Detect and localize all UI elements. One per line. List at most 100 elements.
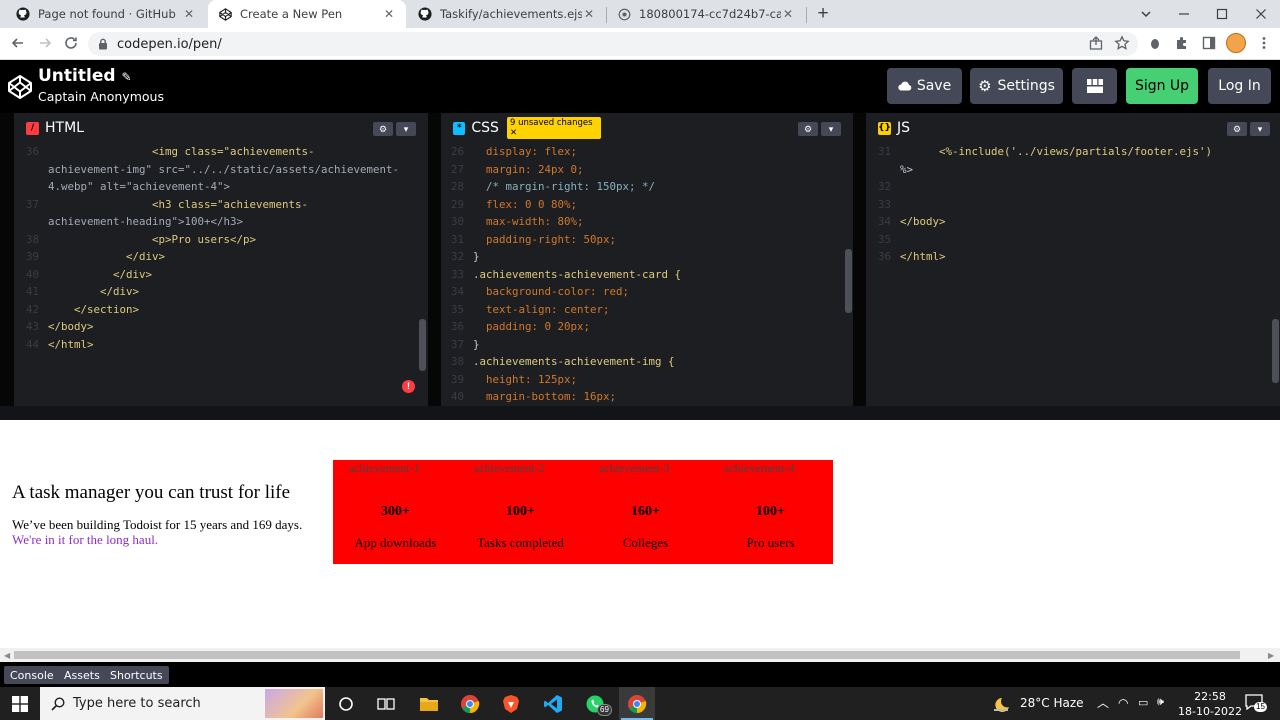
code-line[interactable]: 31 <%-include('../views/partials/footer.… <box>878 143 1273 161</box>
code-line[interactable]: 28 /* margin-right: 150px; */ <box>451 178 846 196</box>
close-window-icon[interactable] <box>1253 6 1269 22</box>
preview-resizer-handle[interactable] <box>0 406 1280 420</box>
code-line[interactable]: 39 </div> <box>26 248 421 266</box>
html-editor-scrollbar[interactable] <box>419 319 426 371</box>
network-wifi-icon[interactable]: ◠ <box>1118 696 1128 710</box>
settings-gear-icon[interactable]: ⚙ <box>373 122 393 136</box>
brave-browser-icon[interactable] <box>500 693 522 715</box>
scroll-right-arrow-icon[interactable]: ▶ <box>1268 651 1274 660</box>
js-panel-tab[interactable]: {} JS <box>866 113 926 143</box>
cortana-circle-icon[interactable] <box>335 693 357 715</box>
code-line[interactable]: 32} <box>451 248 846 266</box>
taskbar-search-box[interactable]: Type here to search <box>40 687 325 720</box>
chrome-icon[interactable] <box>459 693 481 715</box>
close-tab-icon[interactable]: ✕ <box>182 7 196 21</box>
chevron-down-icon[interactable]: ▾ <box>1250 122 1270 136</box>
code-line[interactable]: 37} <box>451 336 846 354</box>
volume-speaker-icon[interactable]: 🕪 <box>1157 696 1164 709</box>
bookmark-star-icon[interactable] <box>1113 35 1131 53</box>
profile-avatar[interactable] <box>1226 33 1246 53</box>
code-line[interactable]: 37 <h3 class="achievements- <box>26 196 421 214</box>
whatsapp-icon[interactable]: 69 <box>584 693 612 716</box>
code-line[interactable]: 36 padding: 0 20px; <box>451 318 846 336</box>
share-icon[interactable] <box>1087 35 1105 53</box>
console-button[interactable]: Console <box>4 666 60 684</box>
file-explorer-icon[interactable] <box>418 693 440 715</box>
side-panel-icon[interactable] <box>1200 35 1218 53</box>
settings-gear-icon[interactable]: ⚙ <box>798 122 818 136</box>
html-panel-tab[interactable]: / HTML <box>14 113 94 143</box>
code-line[interactable]: 43 </body> <box>26 318 421 336</box>
browser-tab-taskify[interactable]: Taskify/achievements.ejs at main ✕ <box>408 0 606 28</box>
log-in-button[interactable]: Log In <box>1208 68 1271 104</box>
maximize-window-icon[interactable] <box>1214 6 1230 22</box>
code-line[interactable]: 34 background-color: red; <box>451 283 846 301</box>
chevron-down-icon[interactable]: ▾ <box>396 122 416 136</box>
code-line[interactable]: 27 margin: 24px 0; <box>451 161 846 179</box>
code-line[interactable]: achievement-img" src="../../static/asset… <box>26 161 421 179</box>
task-view-icon[interactable] <box>375 693 397 715</box>
settings-button[interactable]: ⚙ Settings <box>970 68 1063 104</box>
assets-button[interactable]: Assets <box>58 666 106 684</box>
preview-intro-link[interactable]: We're in it for the long haul. <box>12 532 158 548</box>
code-line[interactable]: 42 </section> <box>26 301 421 319</box>
browser-tab-image[interactable]: 180800174-cc7d24b7-ca10-4248 ✕ <box>607 0 805 28</box>
new-tab-button[interactable]: + <box>813 3 833 25</box>
windows-start-icon[interactable] <box>9 693 31 715</box>
address-bar[interactable]: codepen.io/pen/ <box>88 32 1138 56</box>
close-tab-icon[interactable]: ✕ <box>781 7 795 21</box>
code-line[interactable]: 35 text-align: center; <box>451 301 846 319</box>
reload-icon[interactable] <box>62 35 80 53</box>
code-line[interactable]: 29 flex: 0 0 80%; <box>451 196 846 214</box>
code-line[interactable]: 39 height: 125px; <box>451 371 846 389</box>
code-line[interactable]: 33 .achievements-achievement-card { <box>451 266 846 284</box>
scrollbar-thumb[interactable] <box>14 651 1240 659</box>
code-line[interactable]: 30 max-width: 80%; <box>451 213 846 231</box>
minimize-window-icon[interactable] <box>1176 6 1192 22</box>
code-line[interactable]: 38 .achievements-achievement-img { <box>451 353 846 371</box>
notification-center-icon[interactable]: 15 <box>1245 694 1267 712</box>
weather-moon-icon[interactable] <box>991 693 1013 715</box>
edit-pencil-icon[interactable]: ✎ <box>122 70 132 84</box>
code-line[interactable]: achievement-heading">100+</h3> <box>26 213 421 231</box>
forward-arrow-icon[interactable] <box>36 35 54 53</box>
browser-tab-codepen[interactable]: Create a New Pen ✕ <box>208 0 406 28</box>
pen-title[interactable]: Untitled ✎ <box>38 66 132 86</box>
code-line[interactable]: 44 </html> <box>26 336 421 354</box>
chrome-active-icon[interactable] <box>626 693 648 715</box>
code-line[interactable]: 32 <box>878 178 1273 196</box>
save-button[interactable]: Save <box>887 68 962 104</box>
more-menu-icon[interactable] <box>1255 35 1273 53</box>
code-line[interactable]: %> <box>878 161 1273 179</box>
show-hidden-icons-chevron-icon[interactable]: ︿ <box>1097 694 1109 711</box>
code-line[interactable]: 35 <box>878 231 1273 249</box>
js-code-editor[interactable]: 31 <%-include('../views/partials/footer.… <box>878 143 1273 406</box>
html-code-editor[interactable]: 36 <img class="achievements-achievement-… <box>26 143 421 406</box>
code-line[interactable]: 36 </html> <box>878 248 1273 266</box>
code-line[interactable]: 33 <box>878 196 1273 214</box>
weather-text[interactable]: 28°C Haze <box>1020 696 1084 710</box>
code-line[interactable]: 40 margin-bottom: 16px; <box>451 388 846 406</box>
settings-gear-icon[interactable]: ⚙ <box>1227 122 1247 136</box>
js-editor-scrollbar[interactable] <box>1272 319 1279 383</box>
change-view-button[interactable] <box>1072 68 1117 104</box>
browser-tab-github-404[interactable]: Page not found · GitHub ✕ <box>6 0 206 28</box>
code-line[interactable]: 36 <img class="achievements- <box>26 143 421 161</box>
code-line[interactable]: 38 <p>Pro users</p> <box>26 231 421 249</box>
code-line[interactable]: 26 display: flex; <box>451 143 846 161</box>
scroll-left-arrow-icon[interactable]: ◀ <box>4 651 10 660</box>
close-tab-icon[interactable]: ✕ <box>382 7 396 21</box>
css-editor-scrollbar[interactable] <box>845 249 852 313</box>
tab-search-chevron-icon[interactable] <box>1138 6 1154 22</box>
code-line[interactable]: 41 </div> <box>26 283 421 301</box>
clock-time[interactable]: 22:58 <box>1185 690 1235 703</box>
shortcuts-button[interactable]: Shortcuts <box>104 666 169 684</box>
chevron-down-icon[interactable]: ▾ <box>821 122 841 136</box>
css-panel-tab[interactable]: * CSS 9 unsaved changes ✕ <box>441 113 601 143</box>
codepen-logo-icon[interactable] <box>7 74 33 100</box>
close-tab-icon[interactable]: ✕ <box>582 7 596 21</box>
sign-up-button[interactable]: Sign Up <box>1126 68 1198 104</box>
unsaved-changes-badge[interactable]: 9 unsaved changes ✕ <box>506 117 601 139</box>
clock-date[interactable]: 18-10-2022 <box>1178 705 1242 718</box>
extension-bug-icon[interactable] <box>1146 35 1164 53</box>
